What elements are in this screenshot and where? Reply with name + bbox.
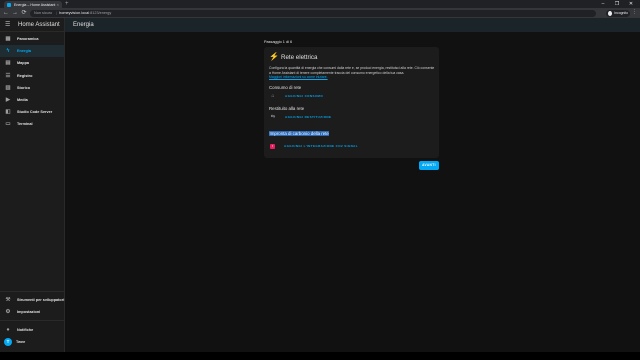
sidebar-item-label: Media bbox=[17, 98, 28, 103]
chart-icon: ▥ bbox=[5, 84, 11, 91]
gear-icon: ⚙ bbox=[5, 309, 11, 316]
sidebar-title: Home Assistant bbox=[18, 21, 60, 28]
sidebar-item-label: Impostazioni bbox=[17, 310, 41, 315]
sidebar-item-storico[interactable]: ▥ Storico bbox=[0, 82, 64, 94]
step-indicator: Passaggio 1 di 6 bbox=[264, 40, 293, 44]
avatar: T bbox=[4, 338, 12, 347]
sidebar-item-settings[interactable]: ⚙ Impostazioni bbox=[0, 306, 65, 318]
sidebar-item-mappa[interactable]: ▤ Mappa bbox=[0, 57, 64, 69]
browser-tab-bar: Energia – Home Assistant × + – ❐ ✕ bbox=[0, 0, 640, 8]
address-bar[interactable]: Non sicuro | homeyvision.local :8123/ene… bbox=[30, 9, 596, 17]
sidebar-item-terminal[interactable]: ▭ Terminal bbox=[0, 118, 64, 130]
sidebar: ☰ Home Assistant ▦ Panoramica ϟ Energia … bbox=[0, 18, 65, 352]
browser-menu-icon[interactable]: ⋮ bbox=[632, 9, 637, 15]
learn-more-link[interactable]: Maggiori informazioni su come iniziare. bbox=[269, 75, 434, 80]
address-path: :8123/energy bbox=[89, 11, 112, 15]
sidebar-item-panoramica[interactable]: ▦ Panoramica bbox=[0, 33, 64, 45]
sidebar-divider bbox=[0, 291, 65, 292]
sidebar-item-label: Notifiche bbox=[17, 328, 34, 333]
sidebar-item-label: Terminal bbox=[17, 122, 33, 127]
page-header: Energia bbox=[65, 18, 640, 32]
browser-tab[interactable]: Energia – Home Assistant × bbox=[4, 1, 62, 8]
close-window-icon[interactable]: ✕ bbox=[624, 0, 638, 8]
card-title: Rete elettrica bbox=[281, 53, 318, 61]
grid-consumption-title: Consumo di rete bbox=[269, 84, 302, 90]
list-icon: ☰ bbox=[5, 72, 11, 79]
sidebar-item-notifications[interactable]: ● Notifiche bbox=[0, 324, 65, 336]
code-icon: ◧ bbox=[5, 109, 11, 116]
sidebar-item-label: Panoramica bbox=[17, 37, 39, 42]
address-separator: | bbox=[56, 11, 58, 15]
profile-button[interactable]: Incognito bbox=[606, 9, 630, 17]
sidebar-item-label: Mappa bbox=[17, 61, 30, 66]
maximize-icon[interactable]: ❐ bbox=[610, 0, 624, 8]
sidebar-item-developer-tools[interactable]: ⚒ Strumenti per sviluppatori bbox=[0, 294, 65, 306]
home-import-icon: ⌂ bbox=[271, 93, 275, 100]
sidebar-item-label: Energia bbox=[17, 49, 31, 54]
next-button[interactable]: AVANTI bbox=[419, 161, 439, 170]
add-consumption-row: ⌂ AGGIUNGI CONSUMO bbox=[269, 92, 434, 101]
browser-toolbar: ← → ⟳ Non sicuro | homeyvision.local :81… bbox=[0, 8, 640, 18]
minimize-icon[interactable]: – bbox=[596, 0, 610, 8]
sidebar-item-label: Storico bbox=[17, 85, 31, 90]
tab-title: Energia – Home Assistant bbox=[14, 2, 56, 7]
sidebar-item-label: Strumenti per sviluppatori bbox=[17, 298, 65, 303]
add-co2-row: ▪ AGGIUNGI L'INTEGRAZIONE CO2 SIGNAL bbox=[269, 142, 434, 151]
taskbar bbox=[0, 352, 640, 360]
profile-avatar-icon bbox=[608, 10, 613, 16]
sidebar-bottom-tools: ⚒ Strumenti per sviluppatori ⚙ Impostazi… bbox=[0, 294, 65, 318]
user-name: Twee bbox=[16, 340, 26, 345]
sidebar-header: ☰ Home Assistant bbox=[0, 18, 64, 32]
energy-grid-card: ⚡ Rete elettrica Configura la quantità d… bbox=[264, 47, 439, 158]
add-return-row: ⇆ AGGIUNGI RESTITUZIONE bbox=[269, 113, 434, 122]
page-title: Energia bbox=[73, 22, 94, 28]
hammer-icon: ⚒ bbox=[5, 297, 11, 304]
profile-name: Incognito bbox=[614, 11, 628, 15]
map-icon: ▤ bbox=[5, 60, 11, 67]
sidebar-divider bbox=[0, 320, 65, 321]
sidebar-item-user[interactable]: T Twee bbox=[0, 336, 65, 348]
forward-icon[interactable]: → bbox=[11, 9, 19, 17]
menu-icon[interactable]: ☰ bbox=[5, 21, 13, 28]
return-to-grid-title: Restituito alla rete bbox=[269, 105, 305, 111]
card-description: Configura la quantità di energia che con… bbox=[269, 66, 435, 75]
sidebar-nav: ▦ Panoramica ϟ Energia ▤ Mappa ☰ Registr… bbox=[0, 32, 64, 131]
sidebar-item-studio-code-server[interactable]: ◧ Studio Code Server bbox=[0, 106, 64, 118]
reload-icon[interactable]: ⟳ bbox=[20, 9, 28, 17]
not-secure-label: Non sicuro bbox=[34, 11, 53, 15]
address-host: homeyvision.local bbox=[59, 11, 90, 15]
sidebar-item-label: Registro bbox=[17, 73, 33, 78]
play-icon: ▶ bbox=[5, 97, 11, 104]
sidebar-item-energia[interactable]: ϟ Energia bbox=[0, 45, 64, 58]
add-co2-signal-button[interactable]: AGGIUNGI L'INTEGRAZIONE CO2 SIGNAL bbox=[284, 144, 358, 148]
console-icon: ▭ bbox=[5, 121, 11, 128]
co2-signal-logo-icon: ▪ bbox=[270, 143, 275, 149]
back-icon[interactable]: ← bbox=[2, 9, 10, 17]
bell-icon: ● bbox=[6, 327, 10, 334]
sidebar-bottom-user: ● Notifiche T Twee bbox=[0, 324, 65, 348]
new-tab-button[interactable]: + bbox=[65, 1, 69, 8]
transmission-tower-icon: ⚡ bbox=[269, 52, 279, 61]
home-assistant-favicon-icon bbox=[7, 2, 11, 7]
sidebar-item-media[interactable]: ▶ Media bbox=[0, 94, 64, 106]
add-consumption-button[interactable]: AGGIUNGI CONSUMO bbox=[285, 94, 323, 98]
card-header: ⚡ Rete elettrica bbox=[269, 52, 434, 62]
home-export-icon: ⇆ bbox=[270, 114, 276, 121]
sidebar-item-label: Studio Code Server bbox=[17, 110, 53, 115]
tab-close-icon[interactable]: × bbox=[57, 2, 59, 7]
dashboard-icon: ▦ bbox=[5, 36, 11, 43]
add-return-button[interactable]: AGGIUNGI RESTITUZIONE bbox=[285, 115, 331, 119]
carbon-footprint-title: Impronta di carbonio della rete bbox=[269, 130, 330, 136]
lightning-icon: ϟ bbox=[6, 48, 10, 55]
sidebar-item-registro[interactable]: ☰ Registro bbox=[0, 70, 64, 82]
